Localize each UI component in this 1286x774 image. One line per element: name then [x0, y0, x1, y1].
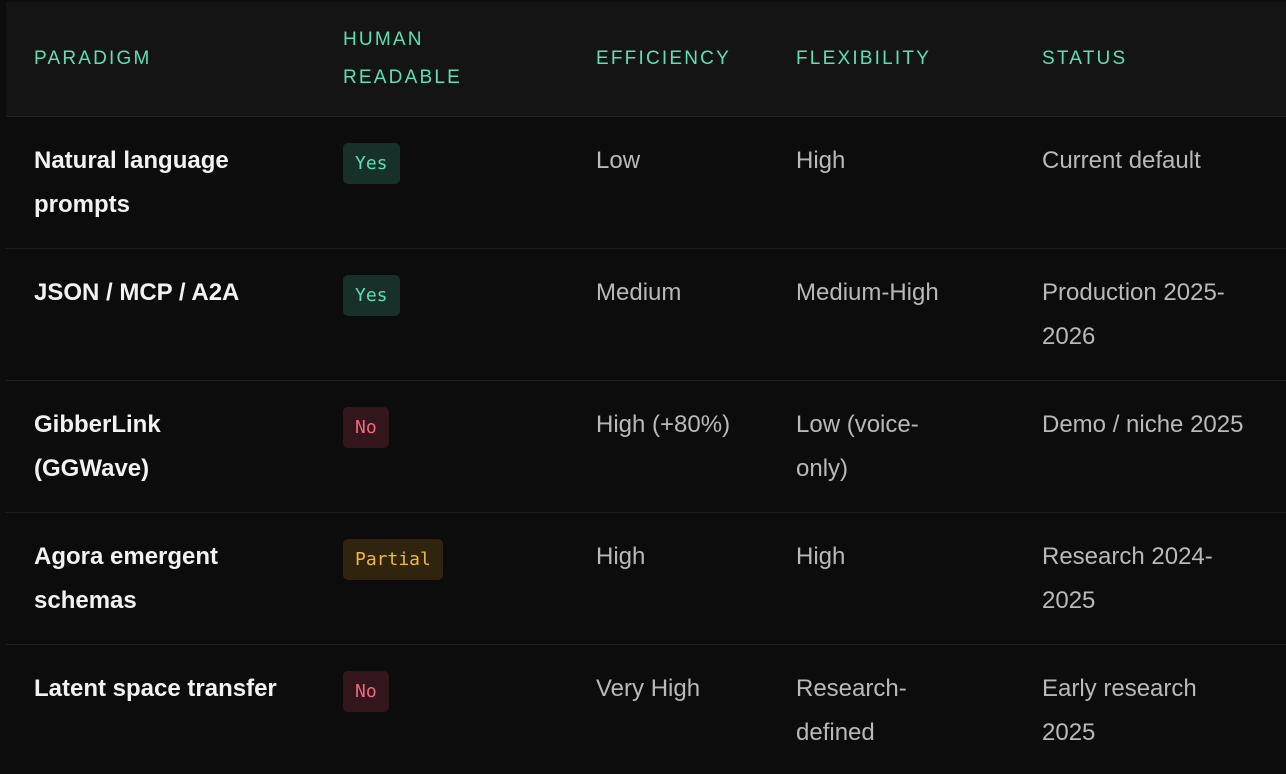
flexibility-cell: High: [796, 146, 846, 174]
paradigm-cell: JSON / MCP / A2A: [34, 278, 240, 306]
flexibility-cell: High: [796, 542, 846, 570]
column-header-efficiency: EFFICIENCY: [568, 2, 768, 117]
human-readable-cell: Yes: [315, 116, 568, 248]
column-header-paradigm: PARADIGM: [6, 2, 315, 117]
efficiency-cell: Low: [596, 146, 641, 174]
column-header-flexibility: FLEXIBILITY: [768, 2, 1014, 117]
flexibility-cell: Research-defined: [796, 674, 907, 746]
human-readable-cell: Partial: [315, 512, 568, 644]
table-row: JSON / MCP / A2A Yes Medium Medium-High …: [6, 248, 1286, 380]
flexibility-cell: Medium-High: [796, 278, 939, 306]
efficiency-cell: High (+80%): [596, 410, 731, 438]
human-readable-cell: No: [315, 380, 568, 512]
paradigm-cell: Agora emergent schemas: [34, 542, 219, 614]
status-cell: Demo / niche 2025: [1042, 410, 1244, 438]
comparison-table: PARADIGM HUMAN READABLE EFFICIENCY FLEXI…: [6, 2, 1286, 774]
status-cell: Current default: [1042, 146, 1201, 174]
paradigm-cell: Natural language prompts: [34, 146, 229, 218]
status-badge: No: [343, 670, 389, 712]
status-badge: No: [343, 406, 389, 448]
status-cell: Early research 2025: [1042, 674, 1197, 746]
status-badge: Yes: [343, 274, 400, 316]
table-header: PARADIGM HUMAN READABLE EFFICIENCY FLEXI…: [6, 2, 1286, 117]
human-readable-cell: Yes: [315, 248, 568, 380]
status-cell: Production 2025-2026: [1042, 278, 1225, 350]
table-row: Agora emergent schemas Partial High High…: [6, 512, 1286, 644]
status-cell: Research 2024-2025: [1042, 542, 1213, 614]
table-row: Natural language prompts Yes Low High Cu…: [6, 116, 1286, 248]
efficiency-cell: High: [596, 542, 646, 570]
efficiency-cell: Medium: [596, 278, 682, 306]
header-row: PARADIGM HUMAN READABLE EFFICIENCY FLEXI…: [6, 2, 1286, 117]
column-header-human-readable: HUMAN READABLE: [315, 2, 568, 117]
paradigm-cell: Latent space transfer: [34, 674, 277, 702]
flexibility-cell: Low (voice-only): [796, 410, 919, 482]
table-row: Latent space transfer No Very High Resea…: [6, 644, 1286, 774]
column-header-status: STATUS: [1014, 2, 1286, 117]
human-readable-cell: No: [315, 644, 568, 774]
table-body: Natural language prompts Yes Low High Cu…: [6, 116, 1286, 774]
table-row: GibberLink (GGWave) No High (+80%) Low (…: [6, 380, 1286, 512]
status-badge: Partial: [343, 538, 443, 580]
comparison-table-container: PARADIGM HUMAN READABLE EFFICIENCY FLEXI…: [6, 2, 1286, 774]
paradigm-cell: GibberLink (GGWave): [34, 410, 161, 482]
efficiency-cell: Very High: [596, 674, 701, 702]
status-badge: Yes: [343, 142, 400, 184]
